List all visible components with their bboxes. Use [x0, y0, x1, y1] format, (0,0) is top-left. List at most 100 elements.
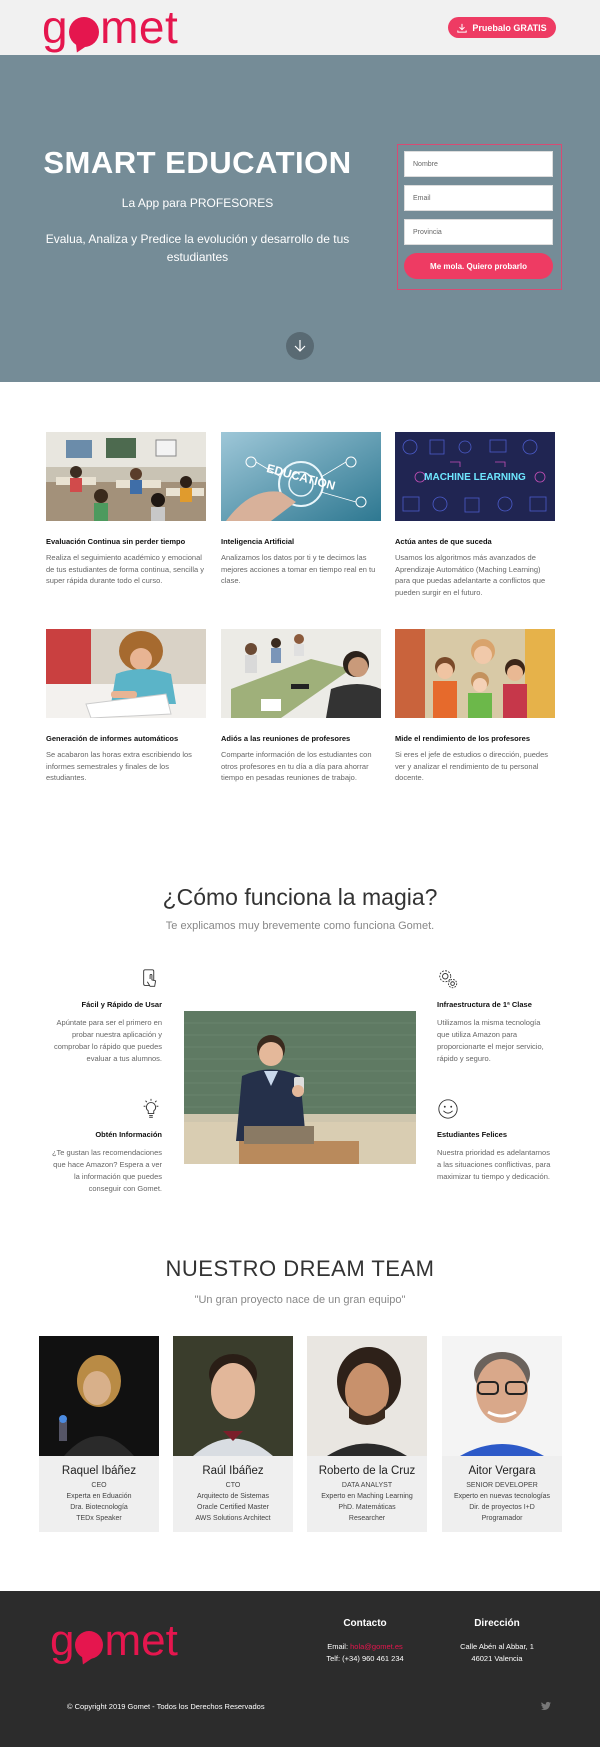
- teacher-phone-image: [184, 1011, 416, 1164]
- logo-text-met: met: [104, 1616, 178, 1665]
- member-name: Raúl Ibáñez: [202, 1465, 264, 1477]
- magic-item-info: Obtén Información ¿Te gustan las recomen…: [47, 1098, 162, 1195]
- feature-card: Mide el rendimiento de los profesores Si…: [395, 629, 555, 784]
- logo-text-met: met: [100, 1, 179, 53]
- member-name: Aitor Vergara: [468, 1465, 536, 1477]
- education-tech-image: EDUCATION: [221, 432, 381, 521]
- member-detail: Oracle Certified Master: [197, 1504, 269, 1511]
- touch-screen-icon: [143, 969, 157, 987]
- feature-title: Inteligencia Artificial: [221, 537, 295, 546]
- member-role: CEO: [91, 1482, 107, 1489]
- member-photo: [39, 1336, 159, 1456]
- gomet-logo[interactable]: g met: [42, 2, 178, 52]
- member-detail: Researcher: [348, 1515, 386, 1522]
- team-member-card: Raúl Ibáñez CTO Arquitecto de Sistemas O…: [173, 1336, 293, 1532]
- magic-item-happy: Estudiantes Felices Nuestra prioridad es…: [437, 1098, 552, 1183]
- member-detail: Experto en nuevas tecnologías: [453, 1493, 551, 1500]
- team-subtitle: "Un gran proyecto nace de un gran equipo…: [194, 1294, 406, 1306]
- magic-item-title: Estudiantes Felices: [437, 1130, 508, 1139]
- member-detail: PhD. Matemáticas: [338, 1504, 396, 1511]
- magic-item-title: Fácil y Rápido de Usar: [81, 1000, 162, 1009]
- team-member-card: Raquel Ibáñez CEO Experta en Eduación Dr…: [39, 1336, 159, 1532]
- try-free-button[interactable]: Pruebalo GRATIS: [448, 17, 556, 38]
- hero-title: SMART EDUCATION: [43, 145, 352, 180]
- scroll-down-button[interactable]: [286, 332, 314, 360]
- feature-card: Generación de informes automáticos Se ac…: [46, 629, 206, 784]
- member-detail: Experta en Eduación: [66, 1493, 132, 1500]
- name-field[interactable]: Nombre: [404, 151, 553, 177]
- feature-card: Evaluación Continua sin perder tiempo Re…: [46, 432, 206, 587]
- feature-title: Generación de informes automáticos: [46, 734, 179, 743]
- feature-title: Evaluación Continua sin perder tiempo: [46, 537, 186, 546]
- feature-text: Se acabaron las horas extra escribiendo …: [46, 750, 192, 782]
- signup-submit-button[interactable]: Me mola. Quiero probarlo: [404, 253, 553, 279]
- machine-learning-image: MACHINE LEARNING: [395, 432, 555, 521]
- logo-letter-g: g: [50, 1616, 75, 1665]
- member-name: Roberto de la Cruz: [318, 1465, 416, 1477]
- member-detail: Dra. Biotecnología: [70, 1504, 128, 1511]
- team-member-card: Aitor Vergara SENIOR DEVELOPER Experto e…: [442, 1336, 562, 1532]
- magic-title: ¿Cómo funciona la magia?: [162, 884, 438, 910]
- member-detail: Arquitecto de Sistemas: [197, 1493, 269, 1500]
- try-free-label: Pruebalo GRATIS: [472, 22, 547, 33]
- feature-text: Si eres el jefe de estudios o dirección,…: [395, 750, 549, 782]
- magic-item-title: Infraestructura de 1ª Clase: [437, 1000, 532, 1009]
- download-icon: [457, 23, 467, 33]
- address-line: 46021 Valencia: [471, 1654, 523, 1663]
- member-detail: Experto en Maching Learning: [321, 1493, 413, 1500]
- hero-description: Evalua, Analiza y Predice la evolución y…: [45, 232, 350, 264]
- team-member-card: Roberto de la Cruz DATA ANALYST Experto …: [307, 1336, 427, 1532]
- twitter-icon[interactable]: [540, 1700, 552, 1712]
- member-role: SENIOR DEVELOPER: [466, 1482, 538, 1489]
- feature-text: Analizamos los datos por ti y te decimos…: [221, 553, 376, 585]
- member-detail: AWS Solutions Architect: [195, 1515, 271, 1522]
- member-detail: TEDx Speaker: [76, 1515, 122, 1522]
- feature-card: MACHINE LEARNING Actúa antes de que suce…: [395, 432, 555, 598]
- member-detail: Dir. de proyectos I+D: [469, 1504, 535, 1511]
- member-role: DATA ANALYST: [341, 1482, 393, 1489]
- feature-title: Adiós a las reuniones de profesores: [221, 734, 351, 743]
- feature-text: Realiza el seguimiento académico y emoci…: [46, 553, 205, 585]
- logo-letter-g: g: [42, 1, 69, 53]
- member-photo: [442, 1336, 562, 1456]
- email-field[interactable]: Email: [404, 185, 553, 211]
- address-line: Calle Abén al Abbar, 1: [460, 1642, 534, 1651]
- feature-card: EDUCATION Inteligencia Artificial Analiz…: [221, 432, 381, 587]
- contact-column: Contacto Email: hola@gomet.es Telf: (+34…: [300, 1618, 430, 1665]
- smiley-icon: [438, 1099, 458, 1119]
- site-footer: g met Contacto Email: hola@gomet.es Telf:…: [0, 1591, 600, 1747]
- address-title: Dirección: [474, 1618, 520, 1629]
- phone-text: Telf: (+34) 960 461 234: [326, 1654, 404, 1663]
- member-role: CTO: [225, 1482, 241, 1489]
- teachers-meeting-image: [221, 629, 381, 718]
- arrow-down-icon: [294, 340, 306, 352]
- magic-item-text: ¿Te gustan las recomendaciones que hace …: [51, 1148, 162, 1193]
- member-name: Raquel Ibáñez: [61, 1465, 137, 1477]
- signup-form: Nombre Email Provincia Me mola. Quiero p…: [397, 144, 562, 290]
- magic-item-text: Utilizamos la misma tecnología que utili…: [437, 1018, 544, 1063]
- email-link[interactable]: hola@gomet.es: [350, 1642, 403, 1651]
- feature-card: Adiós a las reuniones de profesores Comp…: [221, 629, 381, 784]
- speech-bubble-logo-icon: [69, 17, 100, 47]
- feature-title: Actúa antes de que suceda: [395, 537, 492, 546]
- email-label: Email:: [327, 1642, 351, 1651]
- footer-logo[interactable]: g met: [50, 1617, 178, 1665]
- hero-section: SMART EDUCATION La App para PROFESORES E…: [0, 55, 600, 382]
- feature-text: Usamos los algoritmos más avanzados de A…: [395, 553, 546, 597]
- address-column: Dirección Calle Abén al Abbar, 1 46021 V…: [432, 1618, 562, 1665]
- speech-bubble-logo-icon: [75, 1631, 104, 1659]
- lightbulb-icon: [143, 1098, 159, 1118]
- hero-subtitle: La App para PROFESORES: [121, 196, 274, 210]
- classroom-image: [46, 432, 206, 521]
- member-detail: Programador: [481, 1515, 523, 1522]
- magic-item-text: Apúntate para ser el primero en probar n…: [54, 1018, 162, 1063]
- team-title: NUESTRO DREAM TEAM: [165, 1256, 435, 1281]
- magic-item-title: Obtén Información: [95, 1130, 162, 1139]
- site-header: g met Pruebalo GRATIS: [0, 0, 600, 55]
- contact-title: Contacto: [343, 1618, 387, 1629]
- magic-item-text: Nuestra prioridad es adelantarnos a las …: [437, 1148, 551, 1181]
- woman-writing-image: [46, 629, 206, 718]
- member-photo: [173, 1336, 293, 1456]
- magic-subtitle: Te explicamos muy brevemente como funcio…: [165, 920, 435, 932]
- province-field[interactable]: Provincia: [404, 219, 553, 245]
